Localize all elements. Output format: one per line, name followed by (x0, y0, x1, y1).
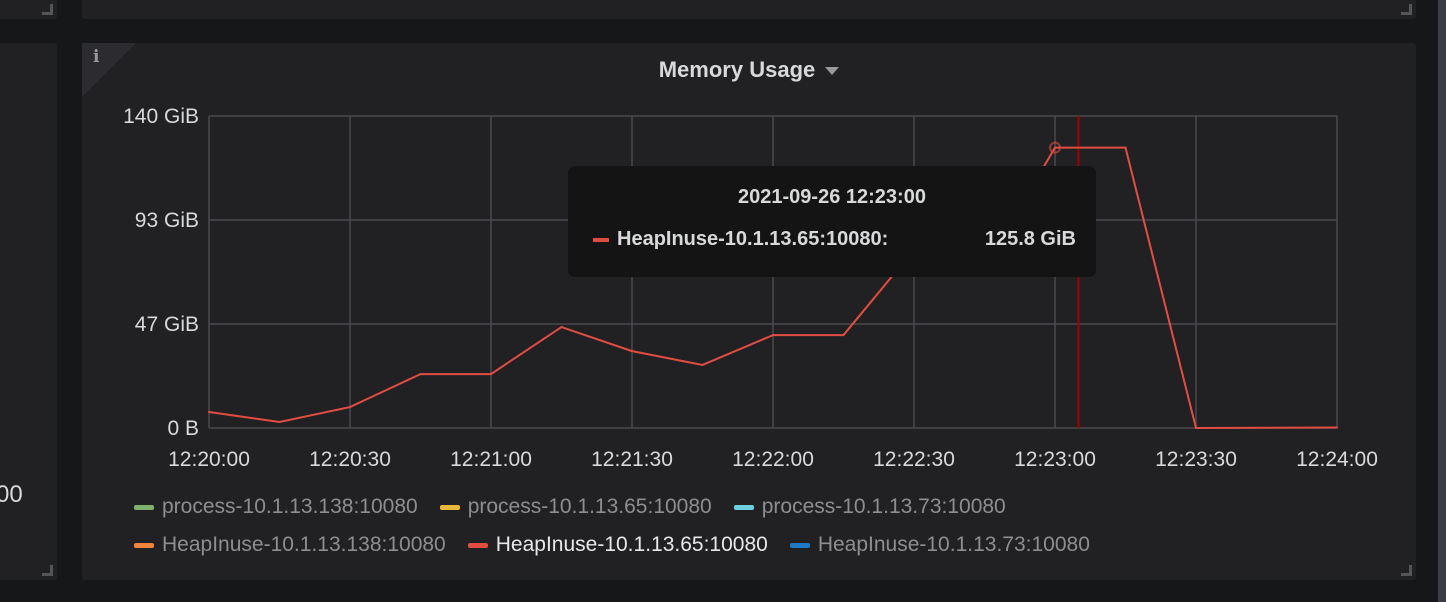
data-point (772, 334, 774, 337)
legend-swatch (134, 542, 154, 548)
legend-swatch (733, 504, 754, 510)
legend-swatch (134, 504, 154, 510)
legend-swatch (439, 504, 460, 510)
legend-item[interactable]: process-10.1.13.138:10080 (134, 495, 418, 519)
tooltip-value: 125.8 GiB (984, 228, 1076, 250)
legend-label: process-10.1.13.65:10080 (467, 495, 712, 518)
x-tick-label: 12:24:00 (1296, 448, 1378, 471)
x-tick-label: 12:20:30 (309, 448, 391, 471)
legend-item[interactable]: HeapInuse-10.1.13.73:10080 (789, 533, 1090, 557)
y-tick-label: 140 GiB (123, 105, 199, 128)
x-tick-label: 12:21:30 (591, 448, 673, 471)
data-point (1336, 426, 1338, 429)
legend-row-2: HeapInuse-10.1.13.138:10080 HeapInuse-10.… (134, 533, 1112, 557)
legend-item[interactable]: process-10.1.13.73:10080 (733, 495, 1006, 519)
legend-label: process-10.1.13.138:10080 (162, 495, 418, 518)
y-tick-label: 47 GiB (135, 313, 199, 336)
data-point (1124, 146, 1127, 149)
legend-swatch (467, 542, 488, 548)
data-point (208, 410, 210, 413)
legend-item[interactable]: process-10.1.13.65:10080 (439, 495, 712, 519)
data-point (1054, 146, 1056, 149)
legend-row-1: process-10.1.13.138:10080 process-10.1.13… (134, 495, 1028, 519)
legend-label: HeapInuse-10.1.13.138:10080 (162, 533, 446, 556)
tooltip-time: 2021-09-26 12:23:00 (738, 186, 926, 208)
data-point (419, 373, 422, 376)
x-tick-label: 12:23:00 (1014, 448, 1096, 471)
legend-item[interactable]: HeapInuse-10.1.13.138:10080 (134, 533, 446, 557)
data-point (490, 373, 492, 376)
data-point (631, 350, 633, 353)
legend-label: HeapInuse-10.1.13.65:10080 (495, 533, 768, 556)
data-point (701, 363, 704, 366)
data-point (842, 334, 845, 337)
legend-label: process-10.1.13.73:10080 (761, 495, 1006, 518)
legend-swatch (789, 542, 810, 548)
legend-item[interactable]: HeapInuse-10.1.13.65:10080 (467, 533, 768, 557)
tooltip: 2021-09-26 12:23:00 HeapInuse-10.1.13.65… (568, 166, 1096, 277)
data-point (278, 420, 281, 423)
x-tick-label: 12:23:30 (1155, 448, 1237, 471)
data-point (1265, 426, 1268, 429)
data-point (349, 406, 351, 409)
tooltip-series-name: HeapInuse-10.1.13.65:10080: (617, 228, 889, 250)
x-tick-label: 12:22:00 (732, 448, 814, 471)
tooltip-series-swatch (593, 237, 609, 242)
x-tick-label: 12:20:00 (168, 448, 250, 471)
data-point (560, 326, 563, 329)
y-tick-label: 93 GiB (135, 209, 199, 232)
legend-label: HeapInuse-10.1.13.73:10080 (817, 533, 1090, 556)
x-tick-label: 12:21:00 (450, 448, 532, 471)
data-point (1195, 427, 1197, 429)
scrollbar[interactable] (1438, 0, 1446, 602)
y-tick-label: 0 B (167, 417, 199, 440)
x-tick-label: 12:22:30 (873, 448, 955, 471)
